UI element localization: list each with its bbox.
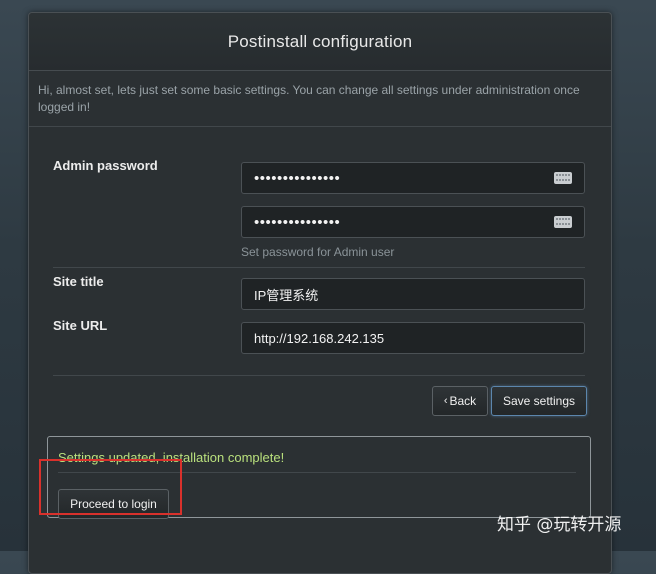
- site-url-value: http://192.168.242.135: [254, 330, 385, 346]
- admin-password-value: •••••••••••••••: [254, 169, 341, 187]
- keyboard-icon[interactable]: [554, 172, 572, 184]
- page-title: Postinstall configuration: [227, 31, 413, 51]
- back-button[interactable]: ‹ Back: [432, 386, 488, 416]
- password-hint: Set password for Admin user: [241, 245, 395, 259]
- admin-password-confirm-input[interactable]: •••••••••••••••: [241, 206, 585, 238]
- save-settings-button[interactable]: Save settings: [491, 386, 587, 416]
- site-title-input[interactable]: IP管理系统: [241, 278, 585, 310]
- intro-text: Hi, almost set, lets just set some basic…: [29, 71, 611, 127]
- back-button-label: Back: [449, 394, 477, 408]
- site-url-input[interactable]: http://192.168.242.135: [241, 322, 585, 354]
- actions-divider: [53, 375, 585, 376]
- postinstall-panel: Postinstall configuration Hi, almost set…: [28, 12, 612, 574]
- success-alert: Settings updated, installation complete!…: [47, 436, 591, 519]
- success-divider: [58, 472, 576, 473]
- panel-header: Postinstall configuration: [29, 13, 611, 71]
- site-title-label: Site title: [53, 274, 104, 289]
- chevron-left-icon: ‹: [443, 395, 448, 407]
- admin-password-label: Admin password: [53, 158, 158, 173]
- proceed-to-login-button[interactable]: Proceed to login: [58, 489, 169, 519]
- success-message: Settings updated, installation complete!: [58, 450, 285, 465]
- keyboard-icon[interactable]: [554, 216, 572, 228]
- site-url-label: Site URL: [53, 318, 108, 333]
- admin-password-input[interactable]: •••••••••••••••: [241, 162, 585, 194]
- form-divider: [53, 267, 585, 268]
- site-title-value: IP管理系统: [254, 287, 319, 303]
- watermark: 知乎 @玩转开源: [497, 515, 622, 535]
- admin-password-confirm-value: •••••••••••••••: [254, 213, 341, 231]
